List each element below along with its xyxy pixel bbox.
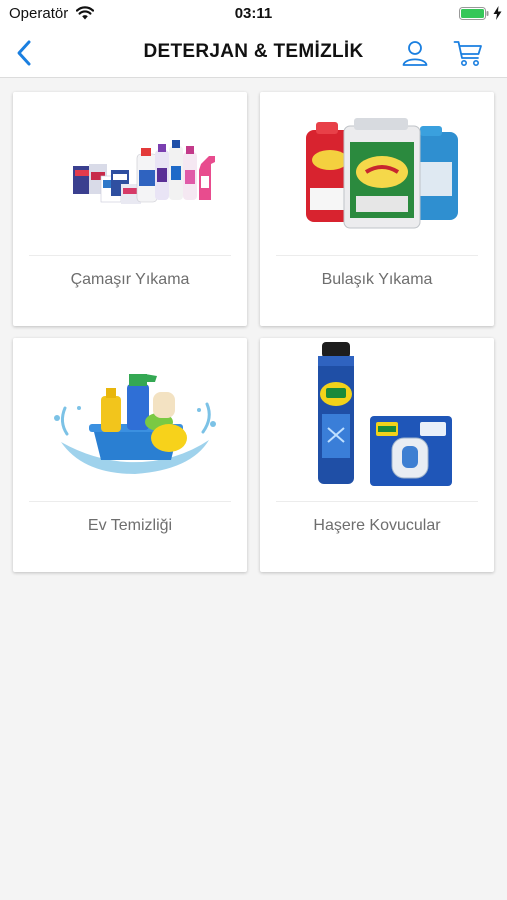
home-cleaning-image	[54, 374, 216, 474]
battery-icon	[459, 7, 489, 20]
navigation-bar: DETERJAN & TEMİZLİK	[0, 28, 507, 78]
laundry-products-image	[73, 140, 215, 204]
card-divider	[29, 255, 231, 256]
card-divider	[276, 255, 478, 256]
charging-bolt-icon	[493, 6, 502, 20]
category-label: Bulaşık Yıkama	[321, 271, 433, 288]
category-card-laundry[interactable]: Çamaşır Yıkama	[13, 92, 247, 326]
category-card-insect-repellent[interactable]: Haşere Kovucular	[260, 338, 494, 572]
insect-repellent-image	[318, 342, 452, 486]
status-bar: Operatör 03:11	[0, 0, 507, 28]
category-label: Haşere Kovucular	[313, 517, 441, 534]
status-time: 03:11	[234, 5, 273, 22]
category-card-dishwashing[interactable]: Bulaşık Yıkama	[260, 92, 494, 326]
category-label: Çamaşır Yıkama	[70, 271, 190, 288]
category-label: Ev Temizliği	[87, 517, 173, 534]
user-icon[interactable]	[401, 39, 429, 67]
dishwashing-products-image	[306, 118, 458, 229]
card-divider	[276, 501, 478, 502]
category-card-home-cleaning[interactable]: Ev Temizliği	[13, 338, 247, 572]
shopping-cart-icon[interactable]	[453, 39, 483, 67]
back-chevron-icon[interactable]	[12, 38, 38, 68]
page-title: DETERJAN & TEMİZLİK	[143, 41, 364, 62]
card-divider	[29, 501, 231, 502]
